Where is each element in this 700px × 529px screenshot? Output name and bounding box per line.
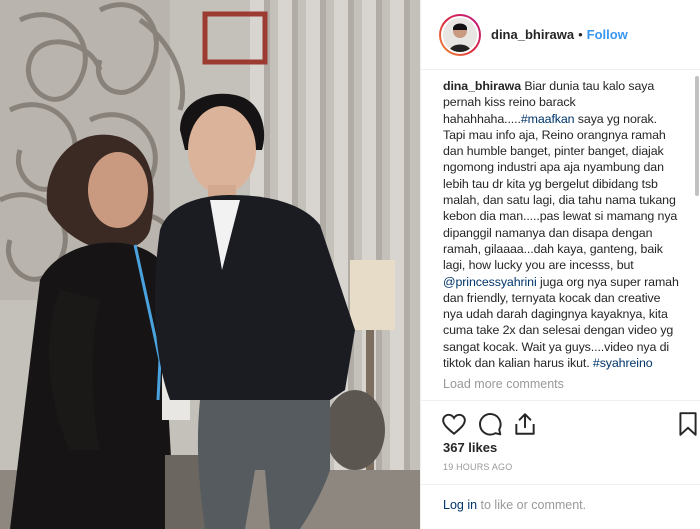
caption-tag-link[interactable]: #syahreino (593, 356, 653, 370)
comment-login-bar: Log in to like or comment. (421, 484, 700, 529)
post-side-panel: dina_bhirawa • Follow dina_bhirawa Biar … (420, 0, 700, 529)
separator-dot: • (578, 27, 583, 42)
login-prompt-text: to like or comment. (477, 498, 587, 512)
login-link[interactable]: Log in (443, 498, 477, 512)
story-ring[interactable] (439, 13, 481, 56)
caption-text: saya yg norak. Tapi mau info aja, Reino … (443, 111, 678, 273)
follow-button[interactable]: Follow (587, 27, 628, 42)
comments-scrollbar[interactable] (695, 76, 699, 196)
post-header: dina_bhirawa • Follow (421, 0, 700, 70)
post-timestamp[interactable]: 19 HOURS AGO (443, 462, 512, 472)
post-caption: dina_bhirawa Biar dunia tau kalo saya pe… (443, 78, 679, 371)
avatar[interactable] (441, 15, 479, 54)
bookmark-icon[interactable] (675, 411, 700, 437)
caption-username-link[interactable]: dina_bhirawa (443, 79, 521, 93)
load-more-comments-button[interactable]: Load more comments (443, 377, 564, 391)
likes-count[interactable]: 367 likes (443, 440, 497, 455)
username-link[interactable]: dina_bhirawa (491, 27, 574, 42)
heart-icon[interactable] (441, 411, 467, 437)
instagram-post: dina_bhirawa • Follow dina_bhirawa Biar … (0, 0, 700, 529)
post-photo[interactable] (0, 0, 420, 529)
caption-tag-link[interactable]: #maafkan (521, 112, 575, 126)
comment-icon[interactable] (477, 411, 503, 437)
caption-tag-link[interactable]: @princessyahrini (443, 275, 537, 289)
share-icon[interactable] (512, 411, 538, 437)
